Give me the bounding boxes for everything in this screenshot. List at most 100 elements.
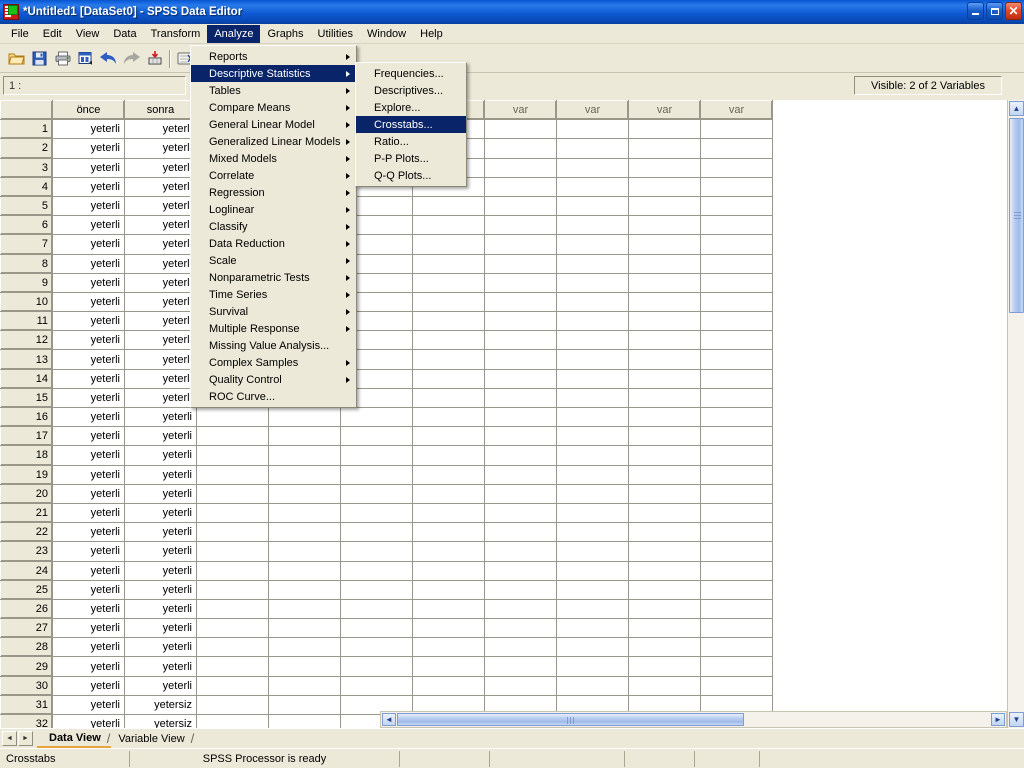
cell-empty[interactable] <box>484 503 557 524</box>
recall-dialog-icon[interactable] <box>74 48 97 70</box>
row-header[interactable]: 19 <box>0 464 53 485</box>
cell-once[interactable]: yeterli <box>52 637 125 658</box>
cell-empty[interactable] <box>556 119 629 140</box>
cell-empty[interactable] <box>196 561 269 581</box>
cell-empty[interactable] <box>484 158 557 178</box>
scroll-down-icon[interactable]: ▼ <box>1009 712 1024 727</box>
cell-empty[interactable] <box>700 138 773 159</box>
cell-empty[interactable] <box>556 292 629 313</box>
cell-empty[interactable] <box>484 522 557 543</box>
cell-empty[interactable] <box>628 637 701 658</box>
cell-empty[interactable] <box>628 388 701 409</box>
cell-empty[interactable] <box>628 407 701 428</box>
cell-empty[interactable] <box>484 330 557 351</box>
table-row[interactable]: 25 yeterli yeterli <box>0 579 773 600</box>
row-header[interactable]: 20 <box>0 483 53 504</box>
cell-empty[interactable] <box>412 580 485 600</box>
cell-empty[interactable] <box>196 714 269 728</box>
cell-empty[interactable] <box>700 311 773 332</box>
cell-once[interactable]: yeterli <box>52 426 125 447</box>
cell-sonra[interactable]: yeterli <box>124 484 197 504</box>
cell-empty[interactable] <box>196 618 269 639</box>
column-header-var-9[interactable]: var <box>700 100 773 121</box>
cell-sonra[interactable]: yeterli <box>124 177 197 197</box>
cell-sonra[interactable]: yeterli <box>124 158 197 178</box>
cell-sonra[interactable]: yeterli <box>124 273 197 293</box>
cell-empty[interactable] <box>412 637 485 658</box>
table-row[interactable]: 17 yeterli yeterli <box>0 426 773 447</box>
table-row[interactable]: 18 yeterli yeterli <box>0 445 773 466</box>
minimize-button[interactable] <box>967 2 984 20</box>
cell-empty[interactable] <box>700 177 773 197</box>
cell-empty[interactable] <box>628 158 701 178</box>
cell-empty[interactable] <box>412 445 485 466</box>
scroll-left-icon[interactable]: ◄ <box>382 713 396 726</box>
cell-empty[interactable] <box>700 484 773 504</box>
cell-sonra[interactable]: yeterli <box>124 561 197 581</box>
cell-empty[interactable] <box>340 676 413 696</box>
cell-empty[interactable] <box>268 465 341 485</box>
cell-empty[interactable] <box>628 599 701 620</box>
cell-once[interactable]: yeterli <box>52 676 125 696</box>
row-header[interactable]: 29 <box>0 656 53 677</box>
menu-view[interactable]: View <box>69 25 107 43</box>
cell-empty[interactable] <box>556 561 629 581</box>
cell-empty[interactable] <box>700 445 773 466</box>
analyze-item-compare-means[interactable]: Compare Means <box>191 99 356 116</box>
row-header[interactable]: 28 <box>0 637 53 658</box>
cell-once[interactable]: yeterli <box>52 656 125 677</box>
cell-empty[interactable] <box>700 618 773 639</box>
cell-once[interactable]: yeterli <box>52 330 125 351</box>
cell-empty[interactable] <box>628 119 701 140</box>
cell-empty[interactable] <box>484 138 557 159</box>
table-row[interactable]: 27 yeterli yeterli <box>0 618 773 639</box>
cell-empty[interactable] <box>268 676 341 696</box>
table-row[interactable]: 5 yeterli yeterli <box>0 195 773 217</box>
print-icon[interactable] <box>51 48 74 70</box>
cell-once[interactable]: yeterli <box>52 234 125 255</box>
cell-empty[interactable] <box>700 234 773 255</box>
cell-empty[interactable] <box>196 465 269 485</box>
cell-empty[interactable] <box>412 465 485 485</box>
tab-variable-view[interactable]: Variable View <box>106 730 194 748</box>
scroll-up-icon[interactable]: ▲ <box>1009 101 1024 116</box>
cell-empty[interactable] <box>412 234 485 255</box>
cell-empty[interactable] <box>268 503 341 524</box>
cell-empty[interactable] <box>556 311 629 332</box>
cell-empty[interactable] <box>484 407 557 428</box>
row-header[interactable]: 9 <box>0 272 53 293</box>
row-header[interactable]: 17 <box>0 426 53 447</box>
menu-transform[interactable]: Transform <box>144 25 208 43</box>
analyze-item-roc-curve[interactable]: ROC Curve... <box>191 388 356 405</box>
cell-empty[interactable] <box>556 656 629 677</box>
analyze-item-general-linear-model[interactable]: General Linear Model <box>191 116 356 133</box>
cell-empty[interactable] <box>628 541 701 562</box>
cell-once[interactable]: yeterli <box>52 158 125 178</box>
cell-reference-display[interactable]: 1 : <box>3 76 186 95</box>
cell-empty[interactable] <box>340 522 413 543</box>
cell-empty[interactable] <box>556 196 629 217</box>
cell-empty[interactable] <box>556 503 629 524</box>
cell-empty[interactable] <box>700 522 773 543</box>
table-row[interactable]: 28 yeterli yeterli <box>0 637 773 658</box>
row-header[interactable]: 30 <box>0 675 53 696</box>
cell-empty[interactable] <box>700 330 773 351</box>
desc-item-p-p-plots[interactable]: P-P Plots... <box>356 150 466 167</box>
cell-empty[interactable] <box>628 561 701 581</box>
open-file-icon[interactable] <box>5 48 28 70</box>
cell-empty[interactable] <box>268 484 341 504</box>
desc-item-crosstabs[interactable]: Crosstabs... <box>356 116 466 133</box>
cell-empty[interactable] <box>556 445 629 466</box>
analyze-item-multiple-response[interactable]: Multiple Response <box>191 320 356 337</box>
menu-analyze[interactable]: Analyze <box>207 24 261 43</box>
desc-item-q-q-plots[interactable]: Q-Q Plots... <box>356 167 466 184</box>
cell-empty[interactable] <box>196 407 269 428</box>
cell-empty[interactable] <box>556 618 629 639</box>
table-row[interactable]: 14 yeterli yeterli <box>0 368 773 389</box>
cell-empty[interactable] <box>700 656 773 677</box>
cell-empty[interactable] <box>196 522 269 543</box>
cell-empty[interactable] <box>196 676 269 696</box>
analyze-item-complex-samples[interactable]: Complex Samples <box>191 354 356 371</box>
cell-empty[interactable] <box>484 465 557 485</box>
desc-item-descriptives[interactable]: Descriptives... <box>356 82 466 99</box>
